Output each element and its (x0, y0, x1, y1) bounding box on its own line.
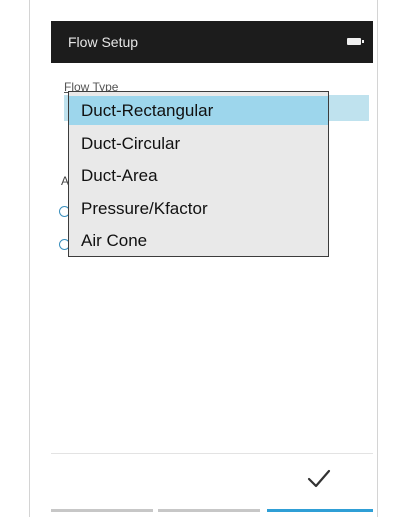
confirm-button[interactable] (299, 459, 339, 499)
tab-indicator-3-active[interactable] (267, 509, 373, 512)
dropdown-option-pressure-kfactor[interactable]: Pressure/Kfactor (69, 194, 328, 223)
dropdown-option-duct-rectangular[interactable]: Duct-Rectangular (69, 96, 328, 125)
battery-icon (347, 38, 364, 45)
title-bar: Flow Setup (51, 21, 373, 63)
bottom-tab-strip (51, 509, 373, 513)
device-screen: Flow Setup Flow Type A Duct-Rectangular … (51, 21, 373, 513)
flow-type-dropdown[interactable]: Duct-Rectangular Duct-Circular Duct-Area… (68, 91, 329, 257)
tab-indicator-2[interactable] (158, 509, 260, 512)
tab-indicator-1[interactable] (51, 509, 153, 512)
dropdown-option-duct-circular[interactable]: Duct-Circular (69, 129, 328, 158)
dropdown-option-duct-area[interactable]: Duct-Area (69, 161, 328, 190)
screen-title: Flow Setup (68, 34, 139, 50)
dropdown-option-air-cone[interactable]: Air Cone (69, 226, 328, 255)
footer-divider (51, 453, 373, 454)
checkmark-icon (307, 469, 331, 488)
